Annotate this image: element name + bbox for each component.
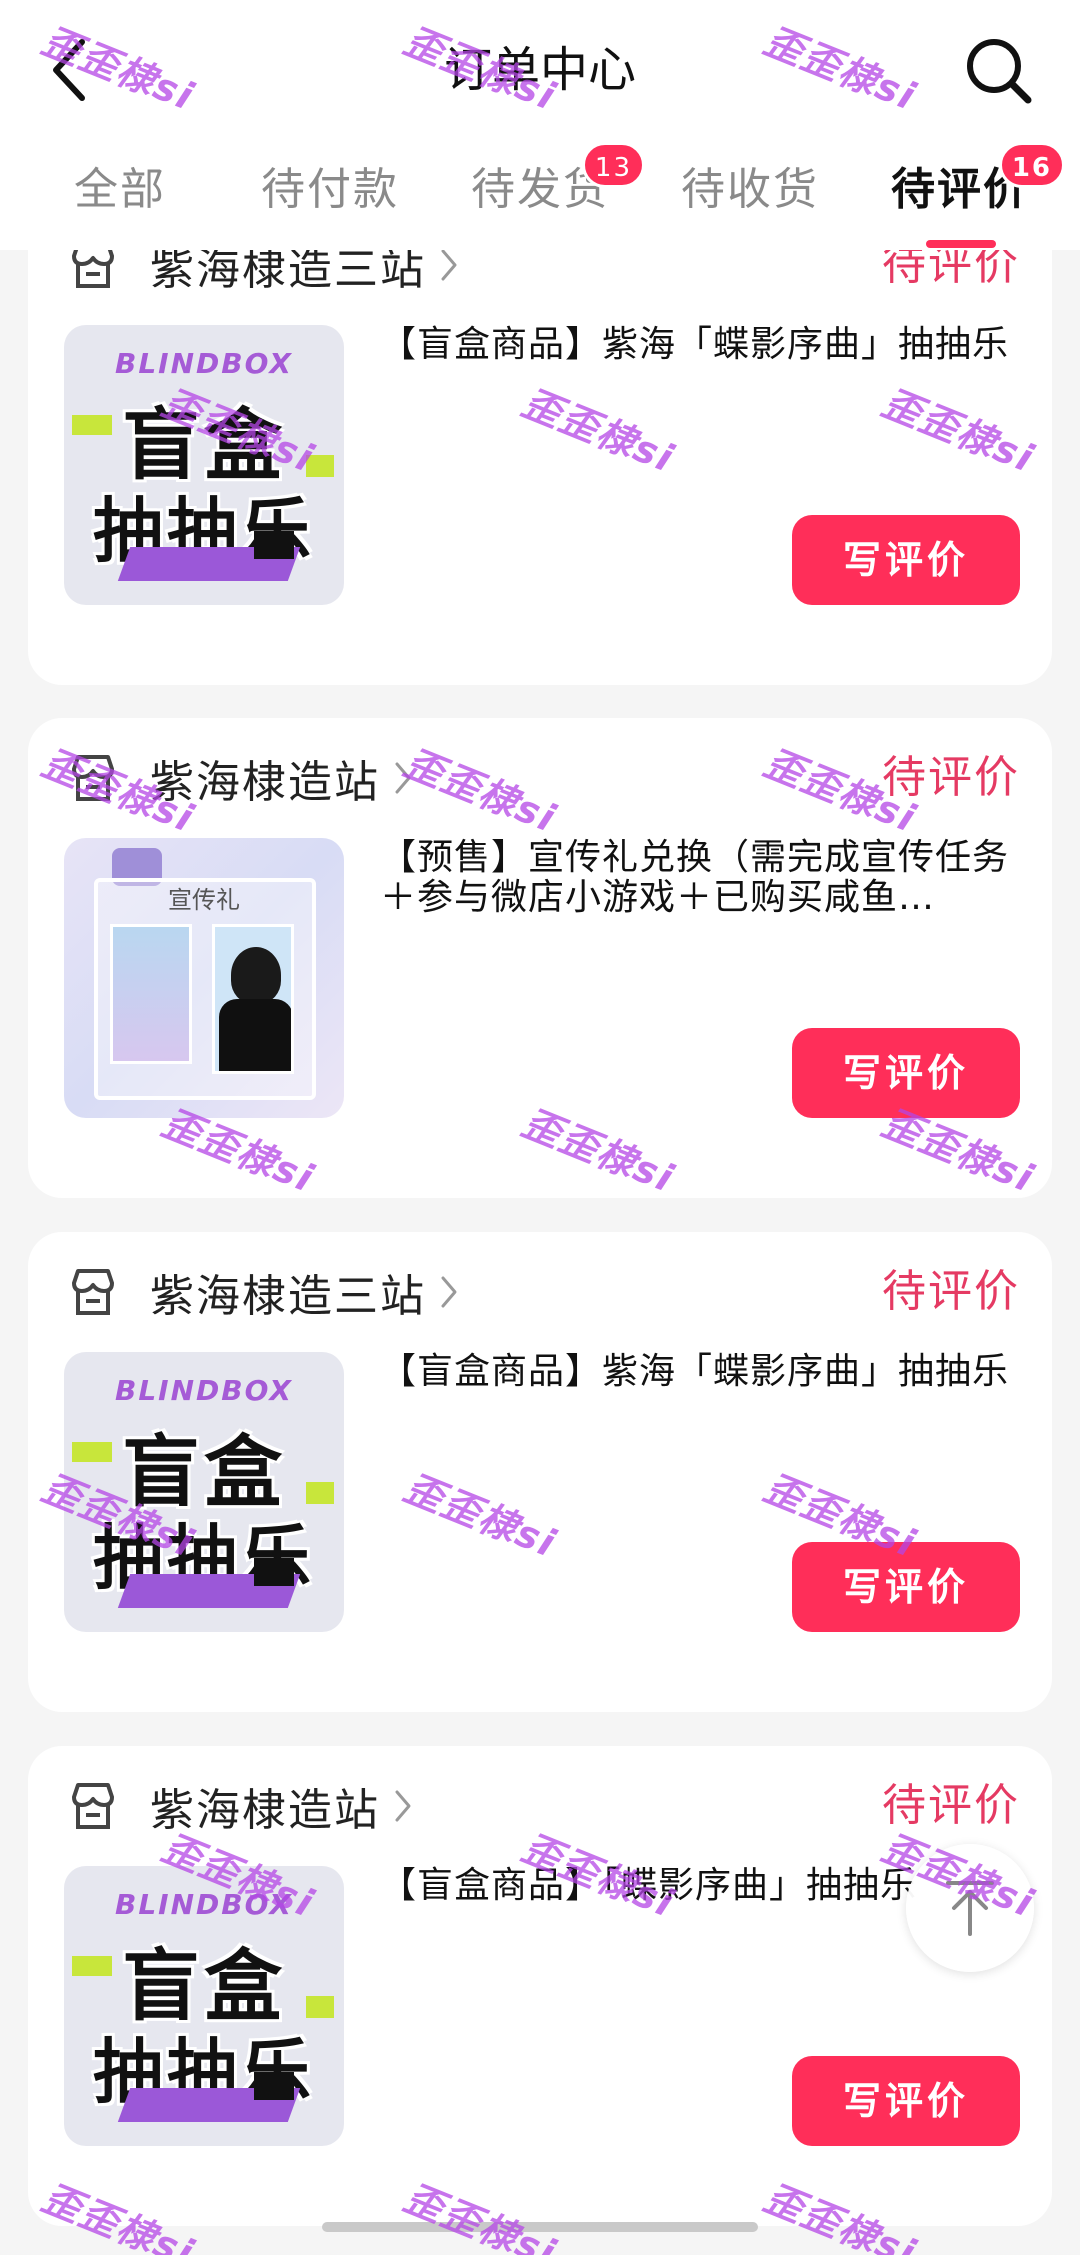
product-thumbnail[interactable]: 宣传礼 bbox=[64, 838, 344, 1118]
blindbox-word: BLINDBOX bbox=[114, 1374, 293, 1407]
top-bar: 订单中心 全部 待付款 待发货 13 待收货 待评价 16 bbox=[0, 0, 1080, 250]
tab-pending-payment[interactable]: 待付款 bbox=[225, 150, 435, 250]
store-icon bbox=[66, 751, 120, 805]
chevron-right-icon bbox=[394, 1789, 412, 1823]
order-card[interactable]: 紫海棣造三站 待评价 BLINDBOX 盲盒 抽抽乐 【盲盒商品】紫海「蝶影序曲… bbox=[28, 205, 1052, 685]
tab-pending-receipt[interactable]: 待收货 bbox=[645, 150, 855, 250]
page-title: 订单中心 bbox=[443, 42, 636, 98]
person-body bbox=[219, 999, 291, 1071]
search-button[interactable] bbox=[956, 28, 1040, 112]
order-status: 待评价 bbox=[882, 752, 1020, 803]
order-card[interactable]: 紫海棣造站 待评价 BLINDBOX 盲盒 抽抽乐 【盲盒商品】「蝶影序曲」抽抽… bbox=[28, 1746, 1052, 2226]
product-thumbnail[interactable]: BLINDBOX 盲盒 抽抽乐 bbox=[64, 325, 344, 605]
blindbox-image: BLINDBOX 盲盒 抽抽乐 bbox=[64, 1866, 344, 2146]
store-icon bbox=[66, 1779, 120, 1833]
blindbox-image: BLINDBOX 盲盒 抽抽乐 bbox=[64, 325, 344, 605]
shop-name: 紫海棣造站 bbox=[150, 757, 380, 808]
blindbox-word: BLINDBOX bbox=[114, 347, 293, 380]
product-thumbnail[interactable]: BLINDBOX 盲盒 抽抽乐 bbox=[64, 1352, 344, 1632]
arrow-up-icon bbox=[946, 1881, 994, 1936]
gift-text: 宣传礼 bbox=[168, 886, 240, 914]
write-review-button[interactable]: 写评价 bbox=[792, 1028, 1020, 1118]
shop-link[interactable]: 紫海棣造三站 bbox=[66, 1252, 1006, 1332]
store-icon bbox=[66, 1265, 120, 1319]
order-card[interactable]: 紫海棣造三站 待评价 BLINDBOX 盲盒 抽抽乐 【盲盒商品】紫海「蝶影序曲… bbox=[28, 1232, 1052, 1712]
chevron-right-icon bbox=[394, 761, 412, 795]
tab-pending-review[interactable]: 待评价 16 bbox=[855, 142, 1065, 250]
order-card[interactable]: 紫海棣造站 待评价 宣传礼 【预售】宣传礼兑换（需完成宣传任务＋参与微店小游戏＋… bbox=[28, 718, 1052, 1198]
product-title[interactable]: 【预售】宣传礼兑换（需完成宣传任务＋参与微店小游戏＋已购买咸鱼… bbox=[380, 838, 1020, 918]
count-badge: 16 bbox=[998, 142, 1065, 188]
product-title[interactable]: 【盲盒商品】紫海「蝶影序曲」抽抽乐 bbox=[380, 1352, 1020, 1392]
product-thumbnail[interactable]: BLINDBOX 盲盒 抽抽乐 bbox=[64, 1866, 344, 2146]
order-center-screen: 订单中心 全部 待付款 待发货 13 待收货 待评价 16 紫海棣造三站 待评价… bbox=[0, 0, 1080, 2255]
write-review-button[interactable]: 写评价 bbox=[792, 1542, 1020, 1632]
tab-all[interactable]: 全部 bbox=[15, 150, 225, 250]
tab-pending-shipment[interactable]: 待发货 13 bbox=[435, 142, 645, 250]
write-review-button[interactable]: 写评价 bbox=[792, 2056, 1020, 2146]
shop-link[interactable]: 紫海棣造站 bbox=[66, 738, 1006, 818]
product-title[interactable]: 【盲盒商品】紫海「蝶影序曲」抽抽乐 bbox=[380, 325, 1020, 365]
tab-label: 待收货 bbox=[681, 164, 819, 215]
blindbox-word: BLINDBOX bbox=[114, 1888, 293, 1921]
active-tab-indicator bbox=[926, 240, 996, 248]
order-status: 待评价 bbox=[882, 1266, 1020, 1317]
chevron-right-icon bbox=[440, 1275, 458, 1309]
shop-name: 紫海棣造站 bbox=[150, 1785, 380, 1836]
person-head bbox=[231, 947, 281, 1003]
home-indicator[interactable] bbox=[322, 2222, 758, 2232]
tab-label: 待评价 16 bbox=[891, 142, 1065, 250]
tab-label: 待发货 13 bbox=[471, 142, 645, 250]
order-tabs: 全部 待付款 待发货 13 待收货 待评价 16 bbox=[0, 142, 1080, 250]
tab-label: 待付款 bbox=[261, 164, 399, 215]
order-status: 待评价 bbox=[882, 1780, 1020, 1831]
portrait-photo bbox=[212, 924, 294, 1074]
photo-card bbox=[110, 924, 192, 1064]
pixel-decor bbox=[254, 531, 294, 559]
pixel-decor bbox=[254, 1558, 294, 1586]
search-icon bbox=[967, 39, 1032, 104]
promo-gift-image: 宣传礼 bbox=[64, 838, 344, 1118]
tab-label: 全部 bbox=[74, 164, 166, 215]
shop-name: 紫海棣造三站 bbox=[150, 1271, 426, 1322]
pixel-decor bbox=[254, 2072, 294, 2100]
write-review-button[interactable]: 写评价 bbox=[792, 515, 1020, 605]
blindbox-image: BLINDBOX 盲盒 抽抽乐 bbox=[64, 1352, 344, 1632]
shop-link[interactable]: 紫海棣造站 bbox=[66, 1766, 1006, 1846]
back-to-top-button[interactable] bbox=[906, 1844, 1034, 1972]
count-badge: 13 bbox=[581, 142, 645, 188]
chevron-right-icon bbox=[440, 248, 458, 282]
